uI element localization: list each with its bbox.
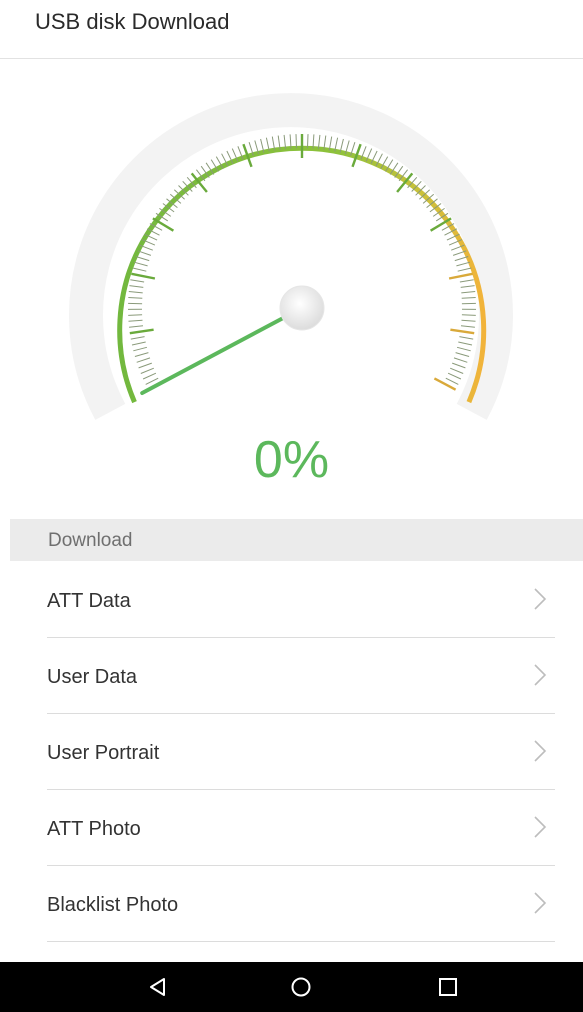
gauge-minor-tick <box>459 336 474 340</box>
menu-item-att-photo[interactable]: ATT Photo <box>47 790 555 866</box>
menu-item-blacklist-photo[interactable]: Blacklist Photo <box>47 866 555 942</box>
menu-item-user-data[interactable]: User Data <box>47 638 555 714</box>
page-title: USB disk Download <box>35 9 230 34</box>
section-label: Download <box>48 530 133 551</box>
gauge-minor-tick <box>128 319 143 322</box>
gauge-minor-tick <box>456 261 471 267</box>
progress-percent: 0% <box>253 431 330 489</box>
recents-square-icon[interactable] <box>435 974 461 1000</box>
menu-item-label: ATT Photo <box>47 818 141 840</box>
gauge-minor-tick <box>452 362 466 369</box>
gauge-minor-tick <box>129 325 144 328</box>
gauge-minor-tick <box>133 261 148 267</box>
chevron-right-icon <box>534 664 547 686</box>
gauge-minor-tick <box>128 314 143 316</box>
gauge-minor-tick <box>130 279 145 283</box>
gauge-minor-tick <box>447 372 462 380</box>
gauge-minor-tick <box>460 325 475 328</box>
gauge-needle <box>140 306 304 395</box>
gauge-major-tick <box>129 328 154 335</box>
gauge-minor-tick <box>460 285 475 288</box>
progress-gauge: 0% <box>0 59 583 519</box>
gauge-minor-tick <box>461 291 476 294</box>
gauge-dial <box>69 93 513 420</box>
gauge-major-tick <box>448 272 473 280</box>
gauge-minor-tick <box>133 346 148 352</box>
system-nav-bar <box>0 962 583 1012</box>
gauge-major-tick <box>433 377 457 391</box>
gauge-minor-tick <box>142 372 157 380</box>
gauge-minor-tick <box>461 319 476 322</box>
chevron-right-icon <box>534 816 547 838</box>
gauge-minor-tick <box>459 279 474 283</box>
menu-item-label: ATT Data <box>47 590 131 612</box>
gauge-minor-tick <box>458 341 473 346</box>
menu-item-label: User Data <box>47 666 138 688</box>
gauge-minor-tick <box>457 267 472 272</box>
gauge-background-ring <box>69 93 513 420</box>
gauge-minor-tick <box>455 352 470 357</box>
gauge-minor-tick <box>134 352 149 357</box>
gauge-major-tick <box>450 328 475 335</box>
gauge-minor-tick <box>307 134 309 149</box>
gauge-minor-tick <box>132 267 147 272</box>
gauge-minor-tick <box>453 357 468 363</box>
gauge-minor-tick <box>130 336 145 340</box>
gauge-minor-tick <box>129 285 144 288</box>
download-menu: ATT Data User Data User Portrait ATT Pho… <box>0 562 583 942</box>
gauge-minor-tick <box>450 367 464 374</box>
gauge-minor-tick <box>128 291 143 294</box>
chevron-right-icon <box>534 892 547 914</box>
gauge-minor-tick <box>461 297 476 299</box>
gauge-minor-tick <box>136 357 151 363</box>
chevron-right-icon <box>534 740 547 762</box>
section-header: Download <box>10 519 583 561</box>
gauge-hub <box>279 285 325 331</box>
menu-item-label: User Portrait <box>47 742 160 764</box>
gauge-minor-tick <box>461 314 476 316</box>
gauge-minor-tick <box>454 256 469 262</box>
gauge-minor-tick <box>131 341 146 346</box>
back-triangle-icon[interactable] <box>145 974 171 1000</box>
chevron-right-icon <box>534 588 547 610</box>
gauge-minor-tick <box>138 362 152 369</box>
home-circle-icon[interactable] <box>288 974 314 1000</box>
gauge-minor-tick <box>137 250 152 256</box>
gauge-minor-tick <box>135 256 150 262</box>
menu-item-label: Blacklist Photo <box>47 894 179 916</box>
menu-item-user-portrait[interactable]: User Portrait <box>47 714 555 790</box>
gauge-minor-tick <box>140 367 154 374</box>
menu-item-att-data[interactable]: ATT Data <box>47 562 555 638</box>
app-header: USB disk Download <box>0 0 583 59</box>
gauge-minor-tick <box>445 377 459 385</box>
gauge-minor-tick <box>456 346 471 352</box>
gauge-major-tick <box>131 272 156 280</box>
gauge-minor-tick <box>295 134 297 149</box>
gauge-minor-tick <box>128 297 143 299</box>
